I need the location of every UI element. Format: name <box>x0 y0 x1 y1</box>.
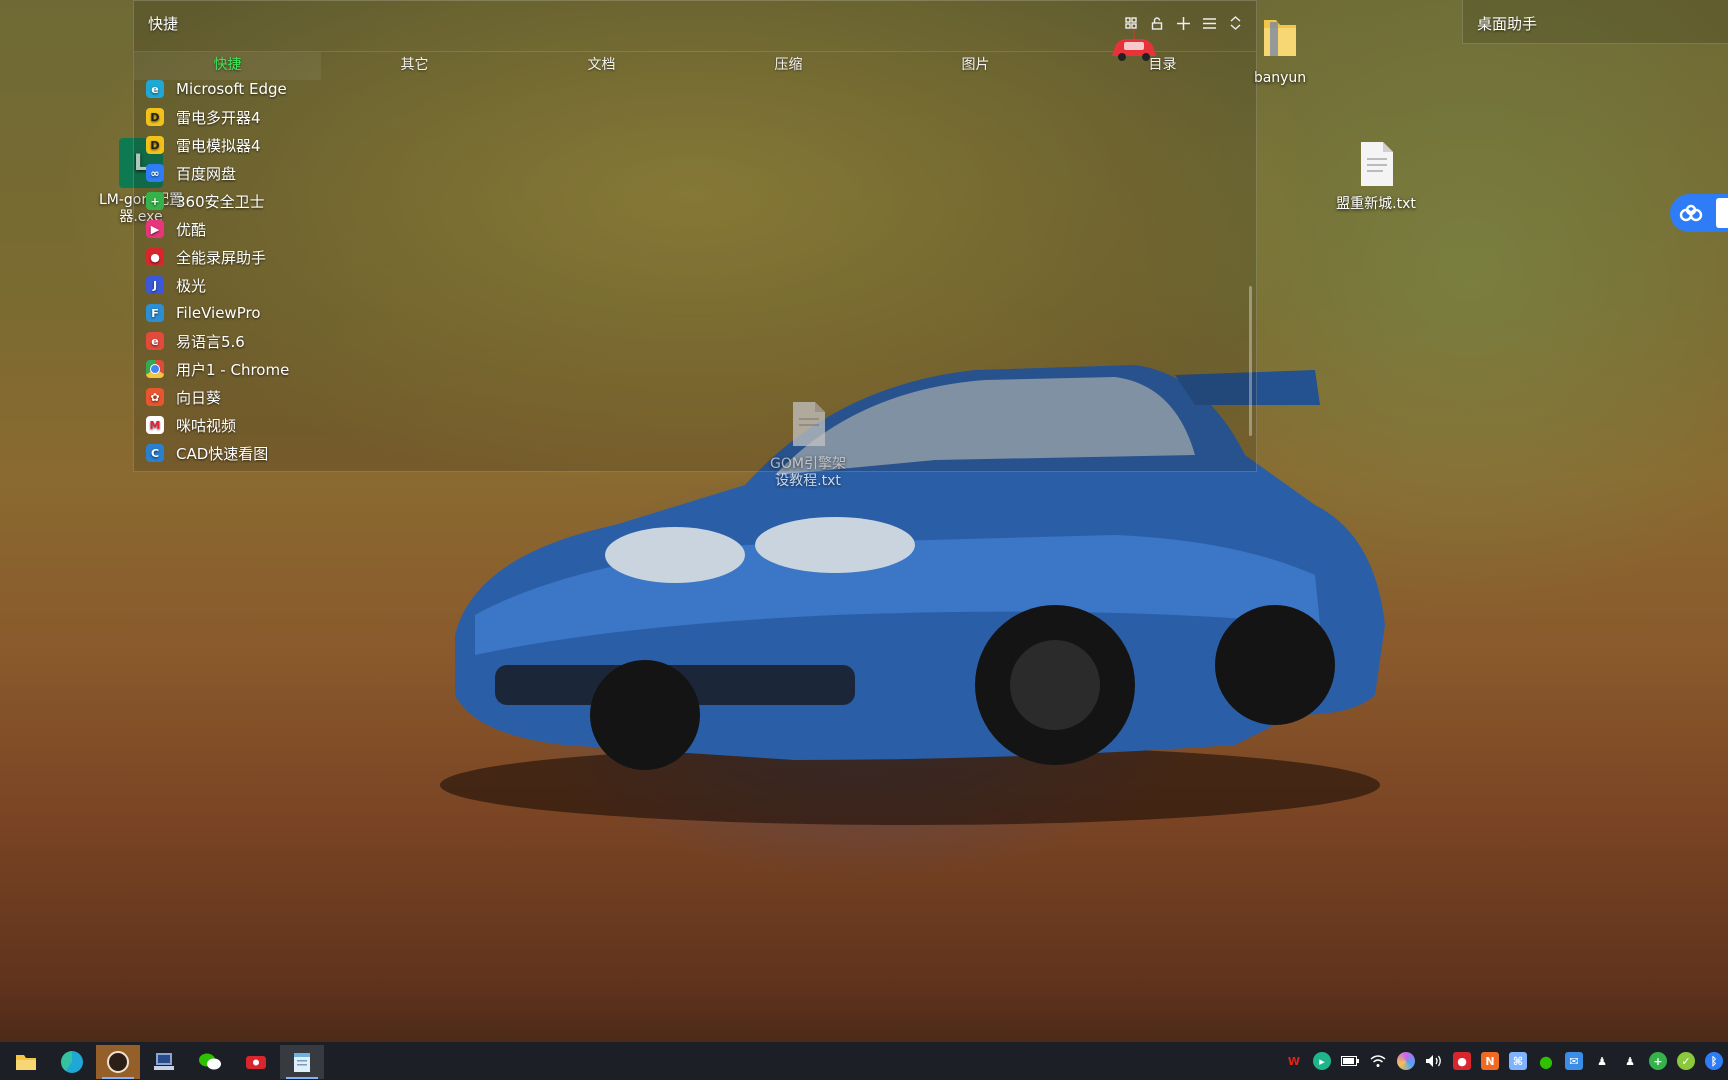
taskbar-wechat[interactable] <box>188 1045 232 1079</box>
sunflower-icon: ✿ <box>146 388 164 406</box>
list-item[interactable]: F FileViewPro <box>146 299 289 327</box>
edge-icon <box>61 1051 83 1073</box>
list-item[interactable]: +360安全卫士 <box>146 187 289 215</box>
app-label: CAD快速看图 <box>176 444 269 463</box>
app-label: Microsoft Edge <box>176 80 287 98</box>
notepad-icon <box>294 1053 310 1072</box>
tab-qita[interactable]: 其它 <box>321 52 508 80</box>
bluetooth-icon[interactable]: ᛒ <box>1705 1052 1723 1070</box>
list-item[interactable]: M 咪咕视频 <box>146 411 289 439</box>
tab-wendang[interactable]: 文档 <box>508 52 695 80</box>
widget-handle <box>1716 198 1728 228</box>
app-label: 向日葵 <box>176 388 222 407</box>
app-label: 雷电模拟器4 <box>176 136 261 155</box>
list-item[interactable]: D 雷电多开器4 <box>146 103 289 131</box>
baidu-netdisk-float-widget[interactable] <box>1670 194 1728 232</box>
fileviewpro-icon: F <box>146 304 164 322</box>
chrome-icon <box>146 360 164 378</box>
computer-icon <box>154 1053 174 1070</box>
folder-icon <box>1264 20 1296 56</box>
car-mascot-icon <box>1112 30 1156 61</box>
taskbar-computer[interactable] <box>142 1045 186 1079</box>
list-item[interactable]: ▶ 优酷 <box>146 215 289 243</box>
app-label: 用户1 - Chrome <box>176 360 290 379</box>
desktop-helper-title: 桌面助手 <box>1477 15 1538 33</box>
list-item[interactable]: ∞ 百度网盘 <box>146 159 289 187</box>
menu-icon[interactable] <box>1200 13 1218 33</box>
wifi-icon[interactable] <box>1369 1052 1387 1070</box>
leidian-emulator-icon: D <box>146 136 164 154</box>
color-picker-icon[interactable] <box>1397 1052 1415 1070</box>
fence-title: 快捷 <box>148 15 179 33</box>
jiguang-icon: J <box>146 276 164 294</box>
yiyuyan-icon: e <box>146 332 164 350</box>
wps-icon[interactable]: W <box>1285 1052 1303 1070</box>
list-item[interactable]: C CAD快速看图 <box>146 439 289 467</box>
network-tray-icon[interactable]: ⌘ <box>1509 1052 1527 1070</box>
video-recorder-icon <box>246 1056 266 1069</box>
app-label: 易语言5.6 <box>176 332 245 351</box>
list-item[interactable]: 用户1 - Chrome <box>146 355 289 383</box>
orange-tray-icon[interactable]: N <box>1481 1052 1499 1070</box>
recorder-tray-icon[interactable]: ● <box>1453 1052 1471 1070</box>
green-circle-icon[interactable]: ▸ <box>1313 1052 1331 1070</box>
list-item[interactable]: D 雷电模拟器4 <box>146 131 289 159</box>
file-explorer-icon <box>16 1055 36 1070</box>
app-label: 百度网盘 <box>176 164 237 183</box>
list-item[interactable]: J 极光 <box>146 271 289 299</box>
taskbar: W ▸ ● N ⌘ ● ✉ ♟ ♟ + ✓ ᛒ <box>0 1042 1728 1080</box>
list-item[interactable]: ✿ 向日葵 <box>146 383 289 411</box>
security-tray-icon[interactable]: ✓ <box>1677 1052 1695 1070</box>
app-avatar-icon <box>107 1051 129 1073</box>
app-label: 全能录屏助手 <box>176 248 267 267</box>
fence-tabs: 快捷 其它 文档 压缩 图片 目录 <box>134 51 1256 80</box>
battery-icon[interactable] <box>1341 1052 1359 1070</box>
desktop-helper-panel: 桌面助手 <box>1462 0 1728 44</box>
leidian-multi-icon: D <box>146 108 164 126</box>
taskbar-edge[interactable] <box>50 1045 94 1079</box>
fence-scrollbar[interactable] <box>1249 286 1252 436</box>
app-label: 雷电多开器4 <box>176 108 261 127</box>
add-icon[interactable] <box>1174 13 1192 33</box>
tab-yasuo[interactable]: 压缩 <box>695 52 882 80</box>
fence-app-list: e Microsoft Edge D 雷电多开器4 D 雷电模拟器4 ∞ 百度网盘 +3… <box>146 75 289 467</box>
collapse-icon[interactable] <box>1226 13 1244 33</box>
migu-video-icon: M <box>146 416 164 434</box>
desktop-icon-label: 盟重新城.txt <box>1336 196 1416 212</box>
baidu-netdisk-icon: ∞ <box>146 164 164 182</box>
system-tray: W ▸ ● N ⌘ ● ✉ ♟ ♟ + ✓ ᛒ <box>1280 1042 1728 1080</box>
app-label: 咪咕视频 <box>176 416 237 435</box>
qq-icon-2[interactable]: ♟ <box>1621 1052 1639 1070</box>
volume-icon[interactable] <box>1425 1052 1443 1070</box>
desktop-icon-mengzhong-txt[interactable]: 盟重新城.txt <box>1328 140 1424 213</box>
youku-icon: ▶ <box>146 220 164 238</box>
list-item[interactable]: ● 全能录屏助手 <box>146 243 289 271</box>
screen-recorder-icon: ● <box>146 248 164 266</box>
taskbar-avatar-app[interactable] <box>96 1045 140 1079</box>
app-label: FileViewPro <box>176 304 261 322</box>
wechat-tray-icon[interactable]: ● <box>1537 1052 1555 1071</box>
taskbar-file-explorer[interactable] <box>4 1045 48 1079</box>
app-label: 360安全卫士 <box>176 192 265 211</box>
taskbar-notepad[interactable] <box>280 1045 324 1079</box>
edge-icon: e <box>146 80 164 98</box>
tab-mulu[interactable]: 目录 <box>1069 52 1256 80</box>
baidu-netdisk-icon <box>1679 204 1703 222</box>
wechat-icon <box>199 1053 221 1070</box>
qq-icon[interactable]: ♟ <box>1593 1052 1611 1070</box>
cad-viewer-icon: C <box>146 444 164 462</box>
taskbar-video-recorder[interactable] <box>234 1045 278 1079</box>
360-security-icon: + <box>146 192 164 210</box>
app-label: 优酷 <box>176 220 207 239</box>
tab-tupian[interactable]: 图片 <box>882 52 1069 80</box>
list-item[interactable]: e 易语言5.6 <box>146 327 289 355</box>
mail-tray-icon[interactable]: ✉ <box>1565 1052 1583 1070</box>
fence-panel: 快捷 快捷 其它 文档 压缩 图片 目录 e Microsoft Edge D 雷电… <box>133 0 1257 472</box>
text-file-icon <box>1361 142 1393 186</box>
list-item[interactable]: e Microsoft Edge <box>146 75 289 103</box>
app-label: 极光 <box>176 276 207 295</box>
360-tray-icon[interactable]: + <box>1649 1052 1667 1070</box>
